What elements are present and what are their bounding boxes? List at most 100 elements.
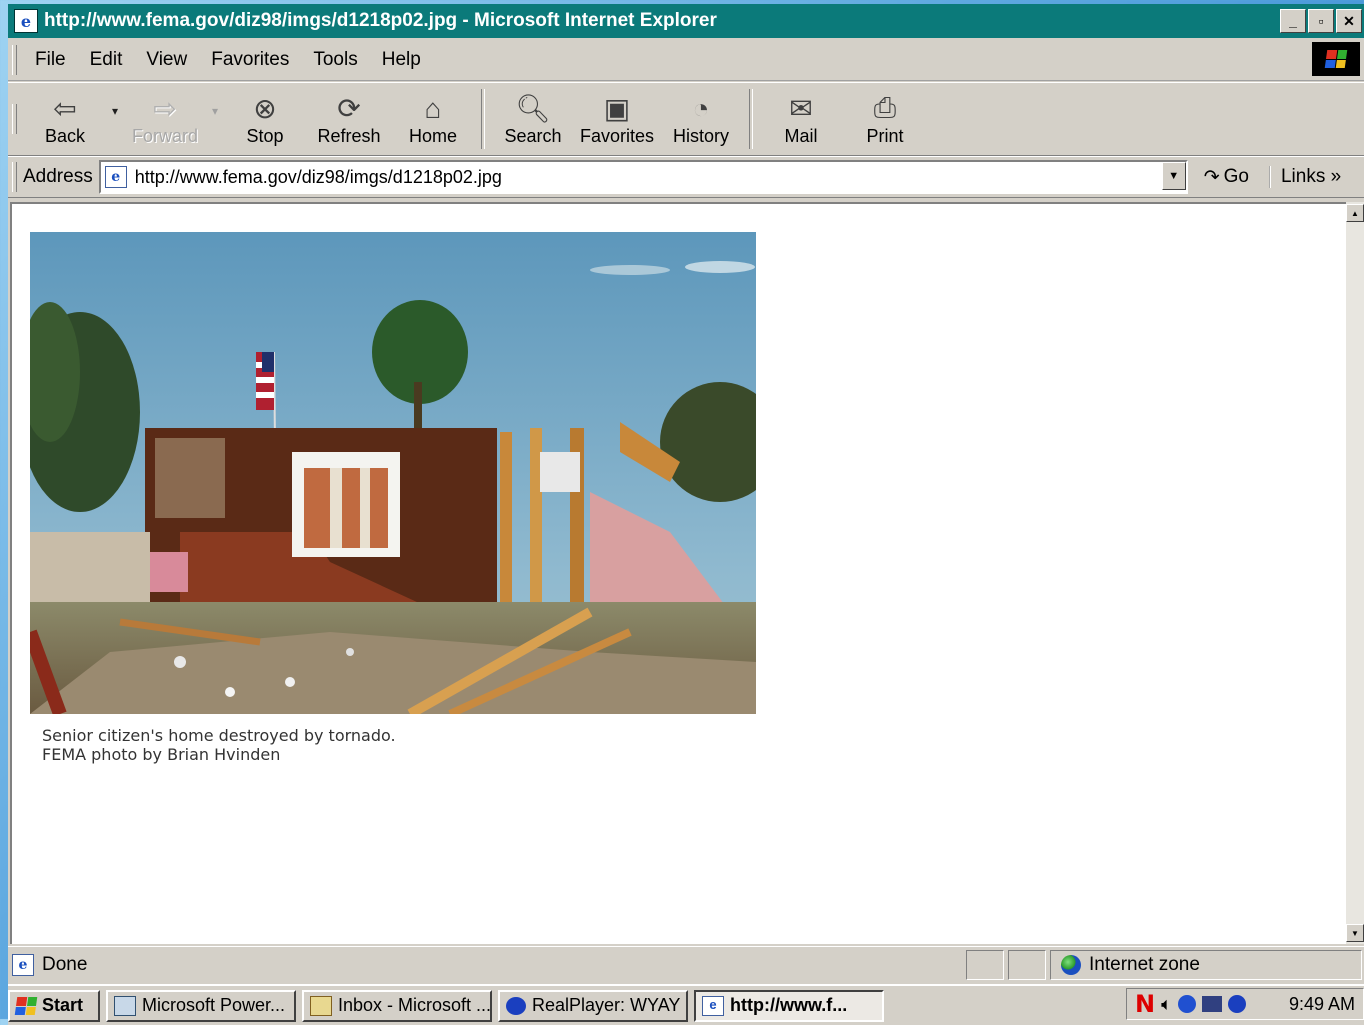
stop-icon: ⊗ <box>253 93 277 124</box>
refresh-icon: ⟳ <box>337 93 361 124</box>
browser-window: e http://www.fema.gov/diz98/imgs/d1218p0… <box>8 4 1364 1025</box>
home-icon: ⌂ <box>424 92 442 124</box>
realplayer-tray-icon[interactable] <box>1227 995 1246 1013</box>
maximize-button[interactable]: ▫ <box>1308 9 1334 33</box>
links-button[interactable]: Links » <box>1268 166 1341 188</box>
taskbar-powerpoint[interactable]: Microsoft Power... <box>106 989 296 1022</box>
mail-button[interactable]: ✉ Mail <box>759 86 843 152</box>
menu-help[interactable]: Help <box>370 49 433 71</box>
stop-button[interactable]: ⊗ Stop <box>223 86 307 152</box>
forward-label: Forward <box>131 125 198 146</box>
forward-dropdown-icon[interactable]: ▾ <box>207 104 223 118</box>
search-button[interactable]: 🔍︎ Search <box>491 86 575 152</box>
toolbar-separator <box>481 89 485 149</box>
standard-toolbar: ⇦ Back ▾ ⇨ Forward ▾ ⊗ Stop ⟳ Refresh ⌂ … <box>8 82 1364 156</box>
status-bar: e Done Internet zone <box>8 946 1364 983</box>
stop-label: Stop <box>246 125 284 146</box>
history-icon: ◔ <box>692 92 710 124</box>
print-label: Print <box>866 125 904 146</box>
history-button[interactable]: ◔ History <box>659 86 743 152</box>
status-text: Done <box>42 954 88 975</box>
task-label: http://www.f... <box>730 995 848 1015</box>
minimize-button[interactable]: _ <box>1280 9 1306 33</box>
address-input[interactable] <box>134 166 1135 188</box>
search-label: Search <box>504 125 562 146</box>
toolbar-separator <box>749 89 753 149</box>
back-label: Back <box>44 125 86 146</box>
system-tray: N 🔈︎ 9:49 AM <box>1126 988 1364 1020</box>
window-title: http://www.fema.gov/diz98/imgs/d1218p02.… <box>44 10 717 31</box>
forward-arrow-icon: ⇨ <box>153 93 177 124</box>
taskbar-realplayer[interactable]: RealPlayer: WYAY <box>498 989 688 1022</box>
status-pane-progress <box>966 950 1004 980</box>
powerpoint-icon <box>114 995 136 1016</box>
go-label: Go <box>1223 166 1249 187</box>
menu-edit[interactable]: Edit <box>78 49 135 71</box>
page-status-icon: e <box>12 954 34 976</box>
caption-line-2: FEMA photo by Brian Hvinden <box>42 745 281 764</box>
favorites-folder-icon: ▣ <box>603 93 631 124</box>
security-zone-pane: Internet zone <box>1050 950 1362 980</box>
norton-icon[interactable]: N <box>1135 990 1155 1018</box>
task-label: Microsoft Power... <box>142 995 286 1015</box>
home-button[interactable]: ⌂ Home <box>391 86 475 152</box>
refresh-label: Refresh <box>317 125 381 146</box>
page-icon: e <box>104 166 127 188</box>
internet-globe-icon <box>1061 955 1081 975</box>
scheduler-icon[interactable] <box>1177 995 1196 1013</box>
refresh-button[interactable]: ⟳ Refresh <box>307 86 391 152</box>
address-bar: Address e ▼ ↷ Go Links » <box>8 156 1364 198</box>
start-button[interactable]: Start <box>8 989 100 1022</box>
print-button[interactable]: ⎙ Print <box>843 86 927 152</box>
address-field[interactable]: e ▼ <box>98 160 1188 194</box>
menu-tools[interactable]: Tools <box>301 49 369 71</box>
menu-view[interactable]: View <box>134 49 199 71</box>
forward-button[interactable]: ⇨ Forward <box>123 86 207 152</box>
back-arrow-icon: ⇦ <box>53 93 77 124</box>
inbox-icon <box>310 995 332 1016</box>
menu-file[interactable]: File <box>23 49 78 71</box>
speaker-icon[interactable]: 🔈︎ <box>1161 994 1172 1015</box>
back-button[interactable]: ⇦ Back <box>23 86 107 152</box>
go-button[interactable]: ↷ Go <box>1204 166 1249 189</box>
windows-flag-icon <box>14 996 38 1015</box>
task-label: RealPlayer: WYAY <box>532 995 681 1015</box>
favorites-button[interactable]: ▣ Favorites <box>575 86 659 152</box>
ie-page-icon: e <box>702 995 724 1016</box>
history-label: History <box>672 125 729 146</box>
close-button[interactable]: ✕ <box>1336 9 1362 33</box>
scroll-up-icon[interactable]: ▲ <box>1346 204 1364 222</box>
title-bar[interactable]: e http://www.fema.gov/diz98/imgs/d1218p0… <box>8 4 1364 38</box>
mail-label: Mail <box>784 125 818 146</box>
address-label: Address <box>23 166 93 187</box>
ie-logo-icon: e <box>14 9 38 33</box>
vertical-scrollbar[interactable]: ▲ ▼ <box>1346 202 1364 944</box>
toolbar-grip[interactable] <box>12 104 17 134</box>
photo-caption: Senior citizen's home destroyed by torna… <box>42 726 396 764</box>
task-label: Inbox - Microsoft ... <box>338 995 492 1015</box>
scroll-down-icon[interactable]: ▼ <box>1346 924 1364 942</box>
tornado-damage-photo <box>30 232 756 714</box>
page-viewport[interactable]: Senior citizen's home destroyed by torna… <box>10 202 1346 944</box>
monitor-icon[interactable] <box>1201 996 1222 1012</box>
address-grip[interactable] <box>12 162 17 192</box>
taskbar-internet-explorer[interactable]: e http://www.f... <box>694 989 884 1022</box>
realplayer-icon <box>506 996 526 1015</box>
zone-label: Internet zone <box>1089 954 1200 975</box>
back-dropdown-icon[interactable]: ▾ <box>107 104 123 118</box>
menu-favorites[interactable]: Favorites <box>199 49 301 71</box>
caption-line-1: Senior citizen's home destroyed by torna… <box>42 726 396 745</box>
favorites-label: Favorites <box>579 125 655 146</box>
windows-logo-icon <box>1312 42 1360 76</box>
mail-icon: ✉ <box>789 93 813 124</box>
menu-bar: File Edit View Favorites Tools Help <box>8 40 1364 81</box>
start-label: Start <box>42 995 84 1015</box>
taskbar-outlook-inbox[interactable]: Inbox - Microsoft ... <box>302 989 492 1022</box>
search-icon: 🔍︎ <box>515 93 551 124</box>
status-pane-security <box>1008 950 1046 980</box>
menu-grip[interactable] <box>12 45 17 75</box>
address-dropdown-icon[interactable]: ▼ <box>1161 162 1186 190</box>
go-arrow-icon: ↷ <box>1203 166 1220 188</box>
printer-icon: ⎙ <box>873 92 897 123</box>
clock: 9:49 AM <box>1288 993 1355 1014</box>
